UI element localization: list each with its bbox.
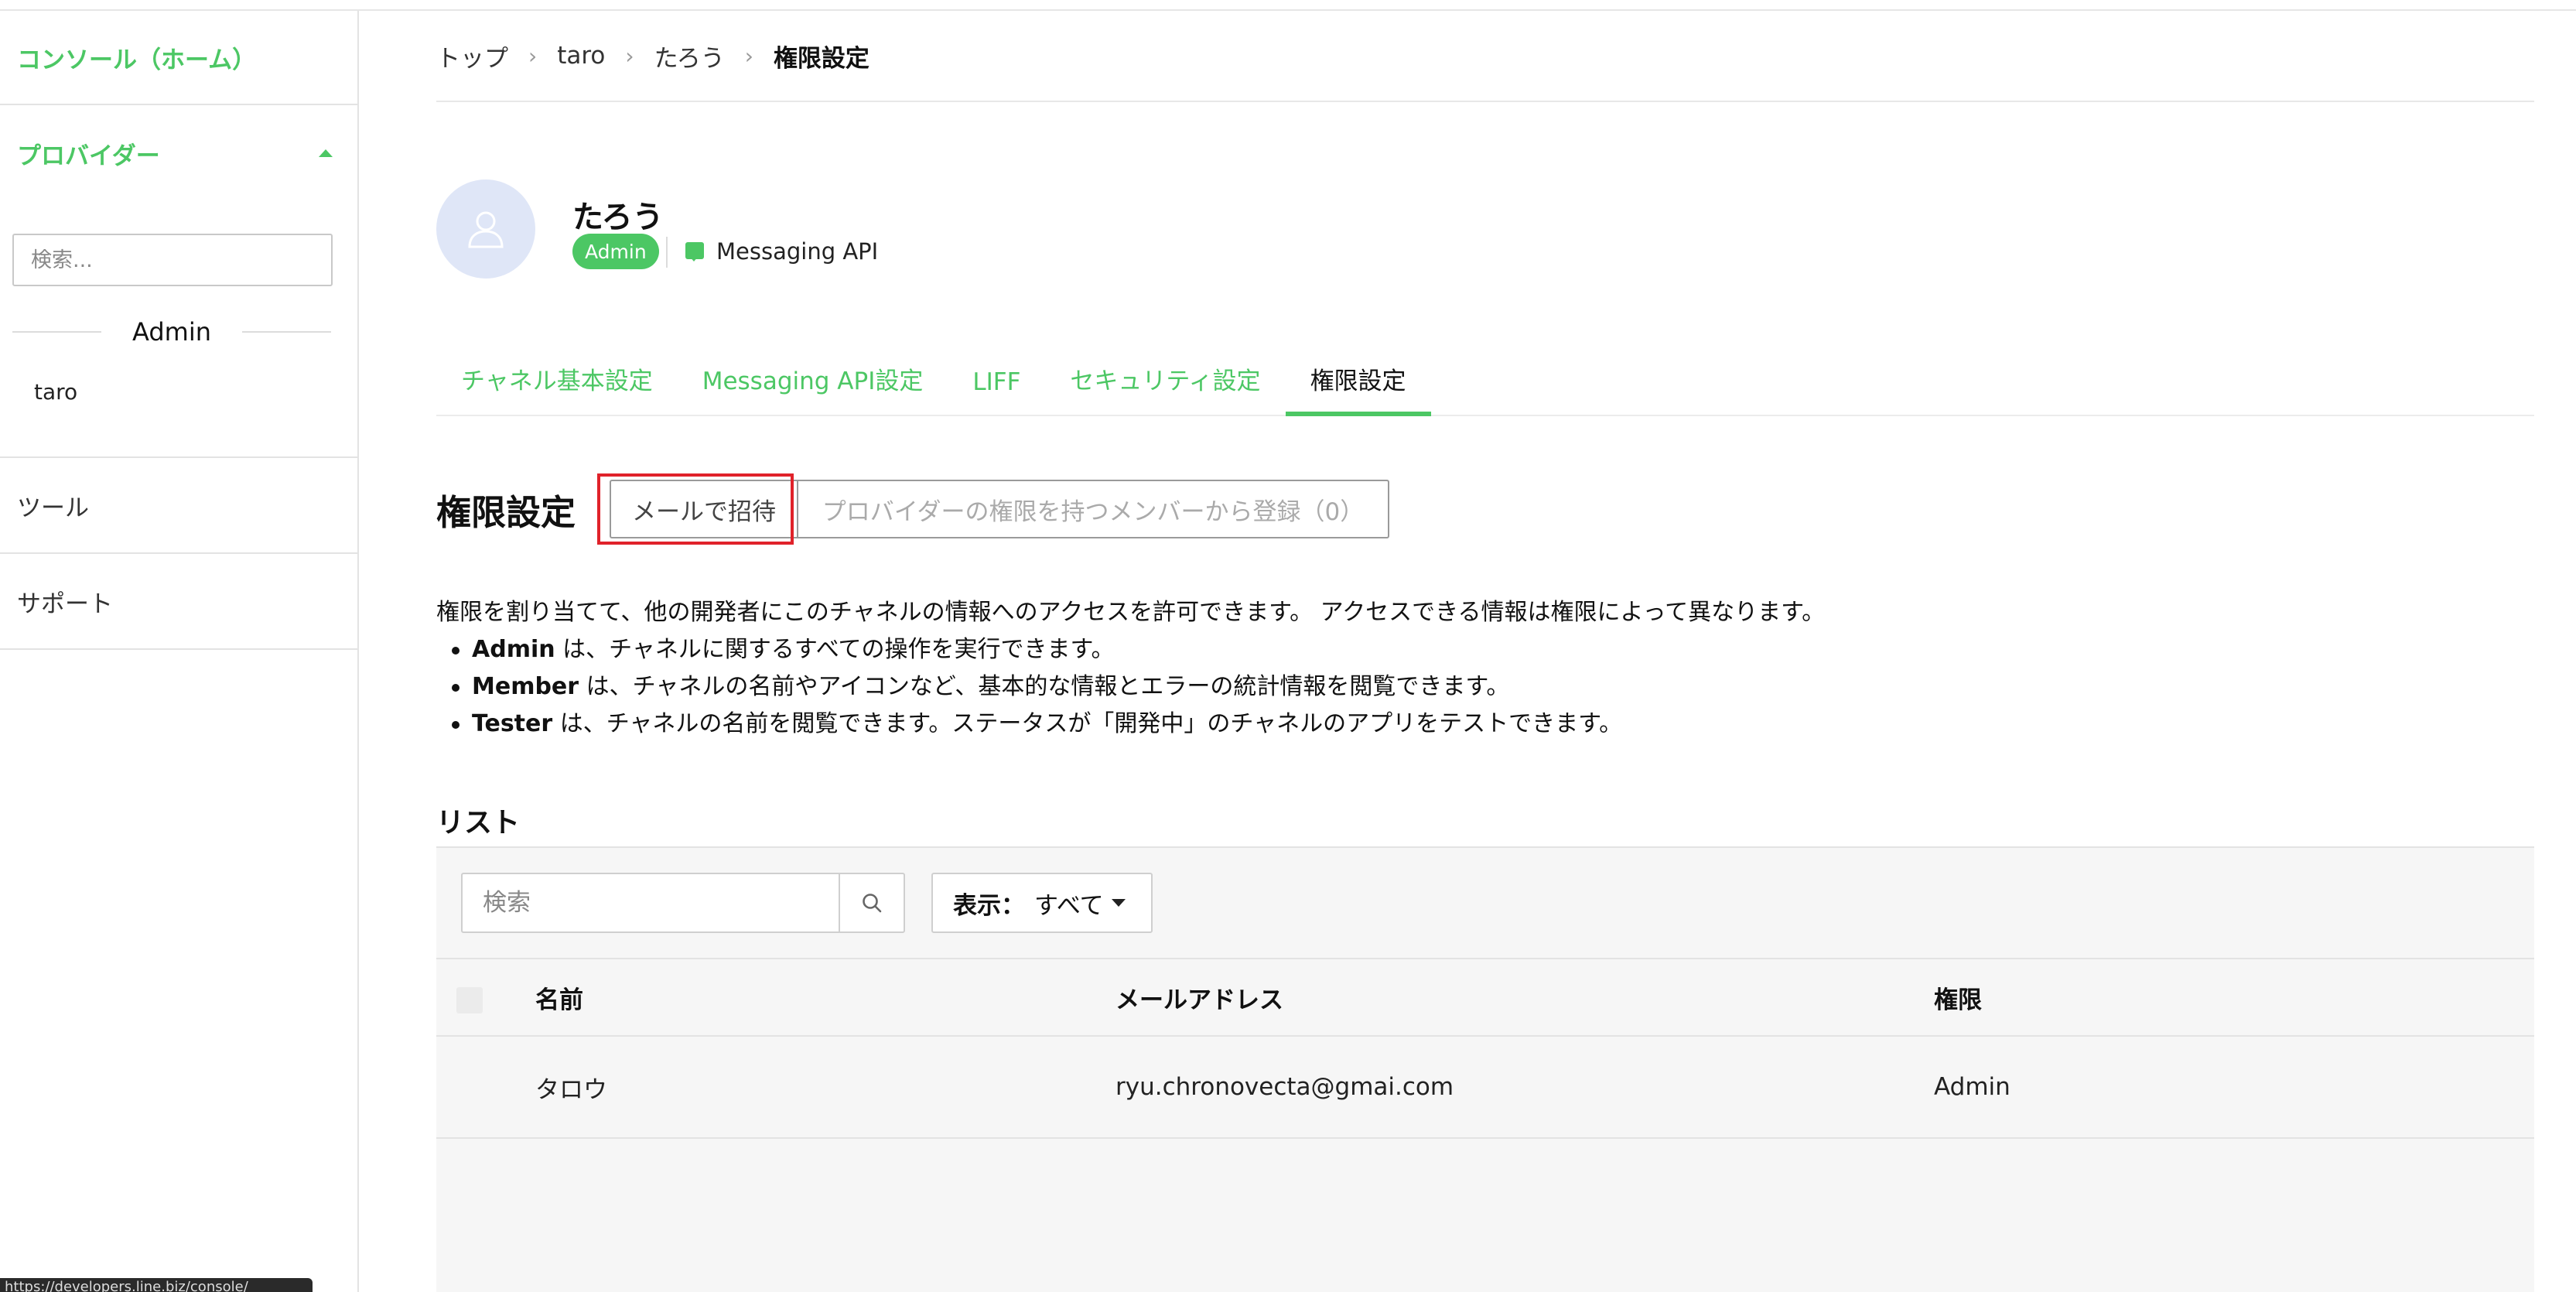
- role-badge: Admin: [572, 234, 659, 269]
- breadcrumb-item-channel[interactable]: たろう: [654, 39, 725, 73]
- table-row[interactable]: タロウ ryu.chronovecta@gmai.com Admin: [436, 1037, 2534, 1139]
- search-button[interactable]: [839, 873, 905, 933]
- tab-basic-settings[interactable]: チャネル基本設定: [461, 361, 678, 415]
- sidebar-home-label: コンソール（ホーム）: [17, 46, 257, 74]
- top-border: [0, 0, 2576, 11]
- filter-bar: 表示： すべて: [436, 848, 2534, 959]
- column-header-name[interactable]: 名前: [535, 959, 583, 1035]
- tab-security-settings[interactable]: セキュリティ設定: [1070, 361, 1285, 415]
- breadcrumb-item-provider[interactable]: taro: [557, 42, 605, 70]
- sidebar-provider-label: プロバイダー: [17, 142, 160, 170]
- role-name: Member: [472, 673, 579, 700]
- chevron-right-icon: ›: [744, 43, 753, 69]
- breadcrumb: トップ › taro › たろう › 権限設定: [436, 11, 2534, 102]
- permissions-description: 権限を割り当てて、他の開発者にこのチャネルの情報へのアクセスを許可できます。 ア…: [436, 594, 2534, 743]
- sidebar-provider-toggle[interactable]: プロバイダー: [0, 105, 357, 201]
- list-item: Member は、チャネルの名前やアイコンなど、基本的な情報とエラーの統計情報を…: [436, 668, 2534, 706]
- search-icon: [863, 894, 882, 913]
- breadcrumb-item-top[interactable]: トップ: [436, 39, 508, 73]
- role-list: Admin は、チャネルに関するすべての操作を実行できます。 Member は、…: [436, 631, 2534, 743]
- member-list: 表示： すべて 名前 メールアドレス 権限 タロウ ryu.chronovect…: [436, 846, 2534, 1292]
- list-item: Admin は、チャネルに関するすべての操作を実行できます。: [436, 631, 2534, 668]
- select-all-checkbox[interactable]: [456, 987, 483, 1013]
- channel-header: たろう Admin Messaging API: [436, 102, 2534, 350]
- highlight-box: [597, 473, 794, 545]
- chevron-up-icon: [319, 149, 333, 157]
- role-text: は、チャネルの名前やアイコンなど、基本的な情報とエラーの統計情報を閲覧できます。: [579, 673, 1510, 700]
- user-icon: [468, 211, 504, 248]
- divider-line: [242, 331, 332, 333]
- sidebar-item-taro[interactable]: taro: [34, 379, 357, 405]
- chat-bubble-icon: [685, 242, 704, 261]
- cell-name: タロウ: [535, 1075, 607, 1104]
- cell-email: ryu.chronovecta@gmai.com: [1115, 1073, 1454, 1101]
- divider-line: [12, 331, 102, 333]
- breadcrumb-item-current: 権限設定: [773, 44, 869, 73]
- display-filter-value: すべて: [1034, 891, 1104, 920]
- sidebar-home-link[interactable]: コンソール（ホーム）: [0, 11, 357, 105]
- role-text: は、チャネルに関するすべての操作を実行できます。: [555, 636, 1115, 663]
- sidebar: コンソール（ホーム） プロバイダー Admin taro ツール サポート: [0, 11, 359, 1292]
- divider: [666, 237, 668, 268]
- column-header-email[interactable]: メールアドレス: [1115, 959, 1283, 1035]
- description-text: 権限を割り当てて、他の開発者にこのチャネルの情報へのアクセスを許可できます。 ア…: [436, 599, 1826, 626]
- chevron-right-icon: ›: [625, 43, 634, 69]
- sidebar-item-label: ツール: [17, 494, 89, 522]
- cell-permission: Admin: [1934, 1073, 2011, 1101]
- tab-messaging-api-settings[interactable]: Messaging API設定: [702, 361, 948, 415]
- permissions-header: 権限設定 メールで招待 プロバイダーの権限を持つメンバーから登録（0）: [436, 416, 2534, 545]
- sidebar-group-divider: Admin: [12, 317, 332, 347]
- sidebar-item-label: サポート: [17, 590, 113, 618]
- register-from-provider-members-button[interactable]: プロバイダーの権限を持つメンバーから登録（0）: [797, 480, 1389, 538]
- status-bar-url: https://developers.line.biz/console/: [0, 1278, 313, 1292]
- tab-liff[interactable]: LIFF: [972, 368, 1045, 415]
- sidebar-search-input[interactable]: [12, 234, 333, 286]
- list-title: リスト: [436, 807, 521, 839]
- table-header: 名前 メールアドレス 権限: [436, 959, 2534, 1037]
- member-search-input[interactable]: [461, 873, 840, 933]
- channel-type: Messaging API: [716, 238, 879, 265]
- page-title: 権限設定: [436, 492, 576, 533]
- role-name: Tester: [472, 710, 553, 737]
- chevron-right-icon: ›: [528, 43, 538, 69]
- chevron-down-icon: [1111, 899, 1126, 907]
- display-filter-label: 表示：: [953, 891, 1025, 920]
- sidebar-item-tools[interactable]: ツール: [0, 458, 357, 554]
- column-header-permission[interactable]: 権限: [1934, 959, 1982, 1035]
- sidebar-group-label: Admin: [132, 317, 211, 347]
- tab-permission-settings[interactable]: 権限設定: [1285, 361, 1431, 416]
- avatar: [436, 179, 535, 279]
- display-filter-select[interactable]: 表示： すべて: [931, 873, 1153, 933]
- role-name: Admin: [472, 636, 555, 663]
- sidebar-provider-panel: Admin taro: [0, 201, 357, 456]
- main-content: トップ › taro › たろう › 権限設定 たろう Admin Messag…: [436, 11, 2534, 1292]
- list-item: Tester は、チャネルの名前を閲覧できます。ステータスが「開発中」のチャネル…: [436, 706, 2534, 743]
- channel-tabs: チャネル基本設定 Messaging API設定 LIFF セキュリティ設定 権…: [436, 350, 2534, 416]
- sidebar-item-support[interactable]: サポート: [0, 554, 357, 650]
- role-text: は、チャネルの名前を閲覧できます。ステータスが「開発中」のチャネルのアプリをテス…: [552, 710, 1623, 737]
- channel-name: たろう: [572, 200, 664, 235]
